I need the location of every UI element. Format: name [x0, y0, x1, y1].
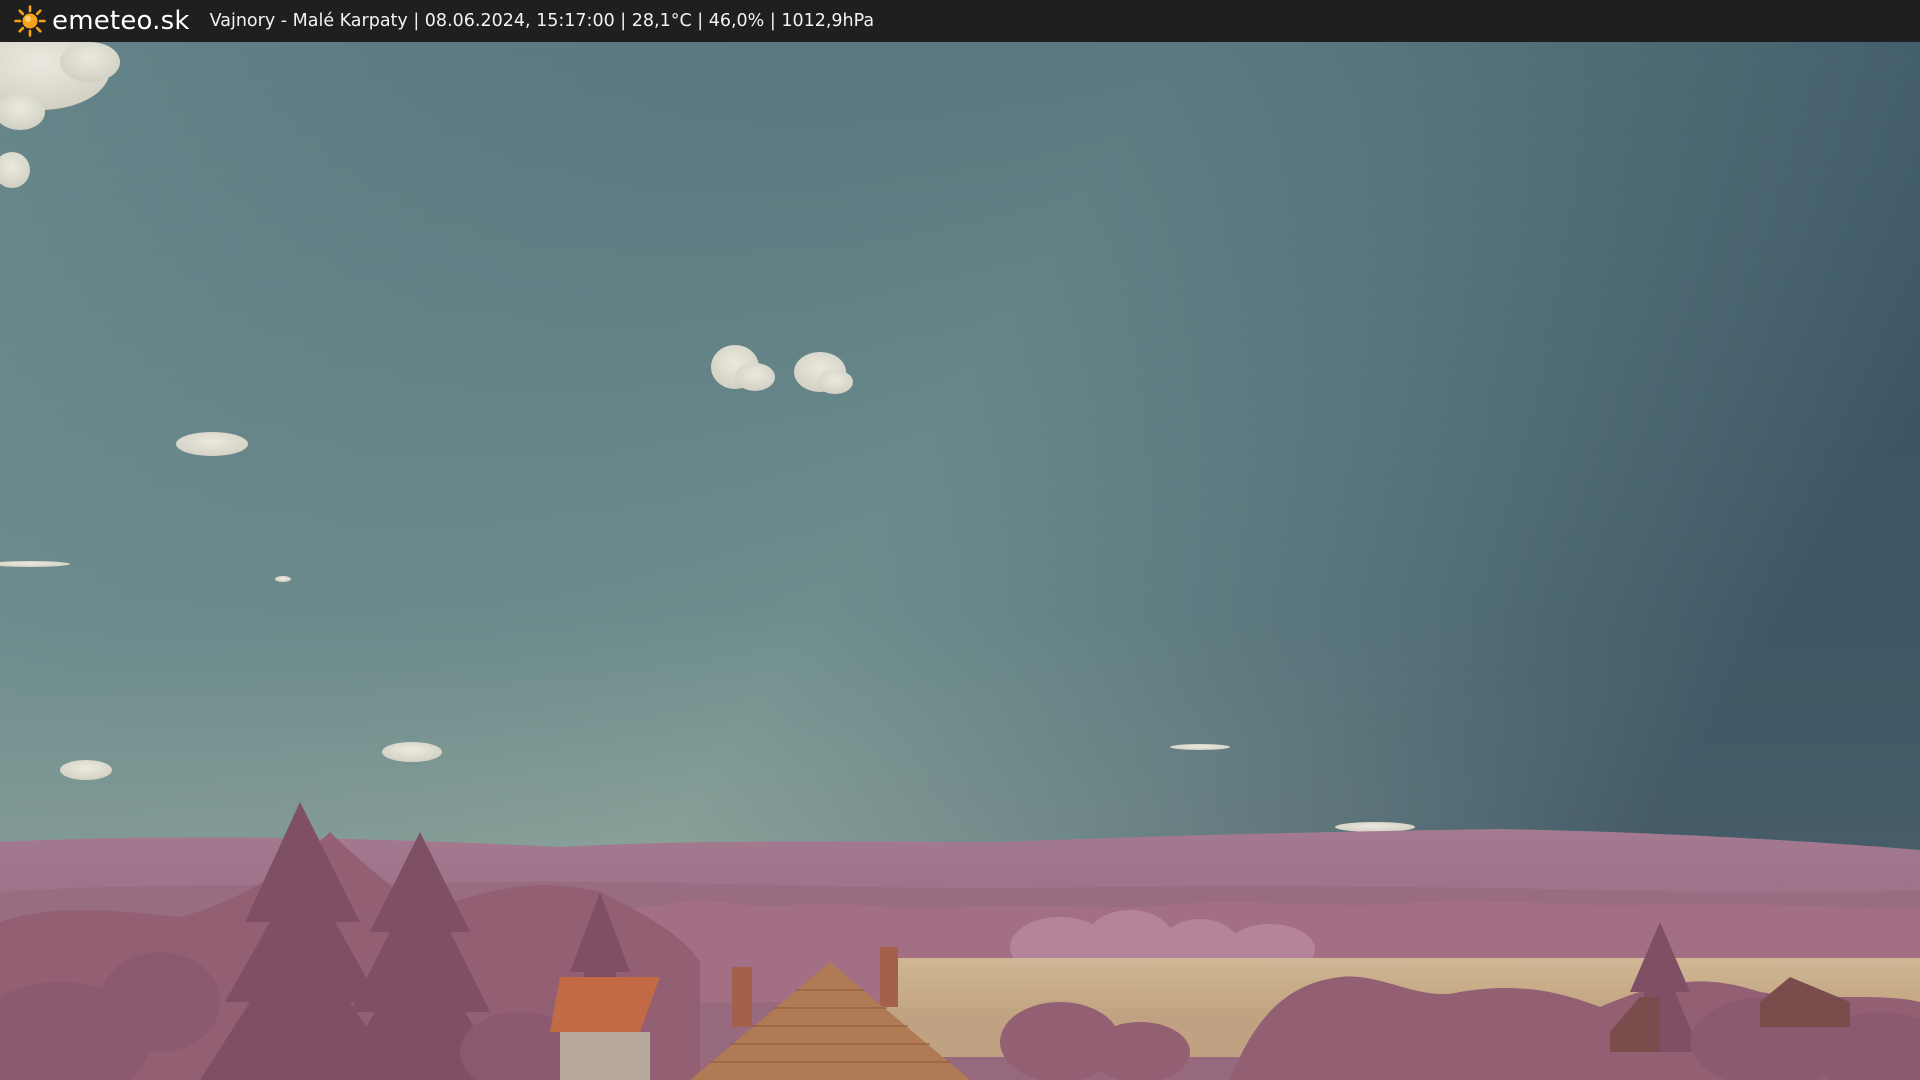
top-info-bar: emeteo.sk Vajnory - Malé Karpaty | 08.06…: [0, 0, 1920, 42]
brand-logo[interactable]: emeteo.sk: [14, 5, 190, 37]
sun-icon: [14, 5, 46, 37]
station-caption: Vajnory - Malé Karpaty | 08.06.2024, 15:…: [209, 11, 875, 31]
webcam-frame: emeteo.sk Vajnory - Malé Karpaty | 08.06…: [0, 0, 1920, 1080]
brand-name: emeteo.sk: [52, 6, 190, 36]
webcam-image: [0, 42, 1920, 1080]
